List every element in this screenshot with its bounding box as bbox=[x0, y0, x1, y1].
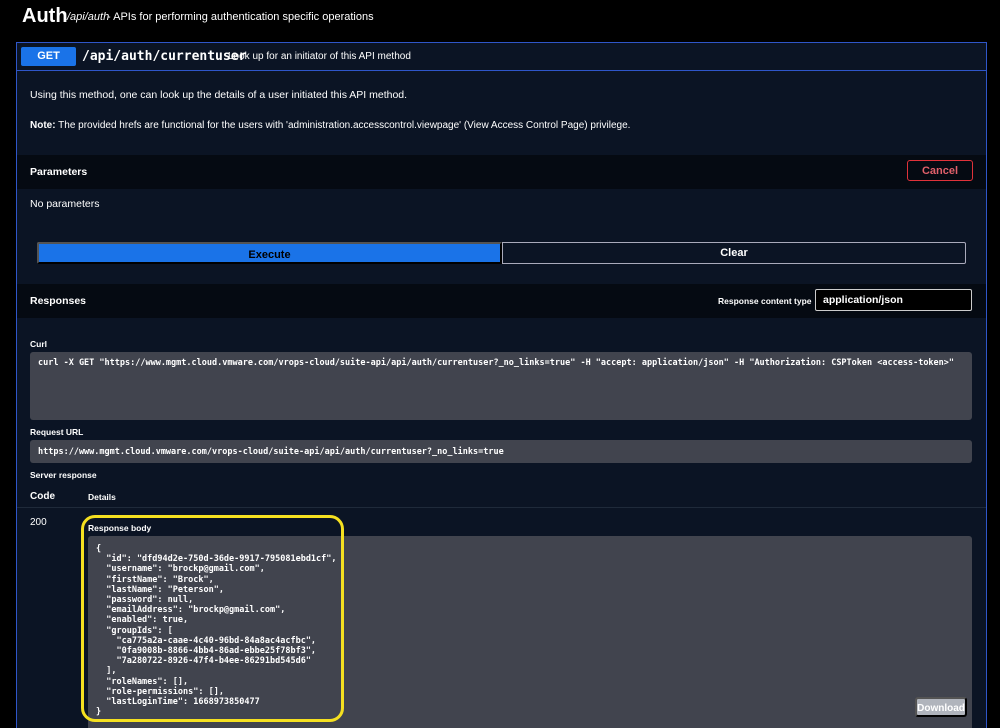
response-body-label: Response body bbox=[88, 523, 152, 533]
clear-button[interactable]: Clear bbox=[502, 242, 966, 264]
note-label: Note: bbox=[30, 120, 56, 131]
parameters-header: Parameters Cancel bbox=[17, 155, 986, 189]
details-column-header: Details bbox=[88, 492, 116, 502]
curl-label: Curl bbox=[30, 339, 47, 349]
response-table-divider bbox=[17, 507, 986, 508]
responses-title: Responses bbox=[30, 295, 87, 307]
response-content-type-label: Response content type bbox=[718, 296, 812, 306]
execute-button[interactable]: Execute bbox=[37, 242, 502, 264]
server-response-label: Server response bbox=[30, 470, 97, 480]
note-text: The provided hrefs are functional for th… bbox=[55, 120, 631, 131]
request-url-label: Request URL bbox=[30, 427, 84, 437]
responses-header: Responses Response content type applicat… bbox=[17, 284, 986, 318]
response-status-code: 200 bbox=[30, 517, 47, 528]
tag-path: /api/auth bbox=[67, 11, 110, 23]
tag-description: - APIs for performing authentication spe… bbox=[107, 11, 374, 23]
no-parameters-text: No parameters bbox=[30, 198, 100, 210]
operation-description: Using this method, one can look up the d… bbox=[30, 89, 408, 101]
request-url[interactable]: https://www.mgmt.cloud.vmware.com/vrops-… bbox=[30, 440, 972, 463]
response-body[interactable]: { "id": "dfd94d2e-750d-36de-9917-795081e… bbox=[88, 536, 972, 728]
code-column-header: Code bbox=[30, 491, 55, 502]
parameters-title: Parameters bbox=[30, 166, 88, 178]
response-content-type-select[interactable]: application/json bbox=[815, 289, 972, 311]
operation-path: /api/auth/currentuser bbox=[82, 49, 247, 64]
curl-command[interactable]: curl -X GET "https://www.mgmt.cloud.vmwa… bbox=[30, 352, 972, 420]
method-badge: GET bbox=[21, 47, 76, 66]
operation-summary-text: Look up for an initiator of this API met… bbox=[228, 51, 411, 62]
tag-title: Auth bbox=[22, 5, 68, 27]
download-button[interactable]: Download bbox=[915, 697, 967, 717]
operation-block: GET /api/auth/currentuser Look up for an… bbox=[16, 42, 987, 728]
cancel-button[interactable]: Cancel bbox=[907, 160, 973, 181]
tag-header[interactable]: Auth /api/auth - APIs for performing aut… bbox=[0, 0, 1000, 40]
operation-summary[interactable]: GET /api/auth/currentuser Look up for an… bbox=[17, 43, 986, 71]
operation-note: Note: The provided hrefs are functional … bbox=[30, 120, 630, 131]
